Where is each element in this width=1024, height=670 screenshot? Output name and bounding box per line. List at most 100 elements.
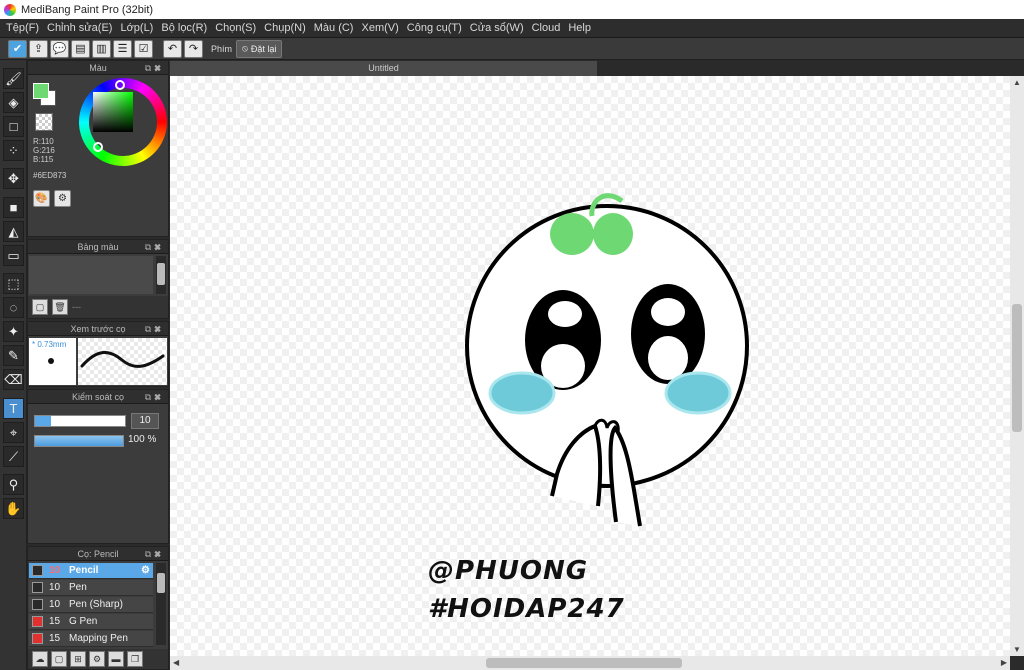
key-label: Phím — [211, 43, 233, 54]
palette-panel-header: Bảng màu ⧉✖ — [28, 240, 168, 254]
scroll-up-icon[interactable]: ▲ — [1013, 78, 1021, 87]
undo-icon[interactable]: ↶ — [163, 39, 182, 58]
eyedropper-tool-icon[interactable]: ⚲ — [3, 474, 24, 495]
palette-scrollbar[interactable] — [156, 256, 166, 294]
redo-icon[interactable]: ↷ — [184, 39, 203, 58]
foreground-color-swatch[interactable] — [33, 83, 49, 99]
menu-view[interactable]: Xem(V) — [357, 22, 402, 34]
menu-file[interactable]: Tệp(F) — [2, 22, 43, 34]
menu-select[interactable]: Chọn(S) — [211, 22, 260, 34]
scroll-left-icon[interactable]: ◀ — [173, 658, 179, 667]
menu-tools[interactable]: Công cụ(T) — [403, 22, 466, 34]
export-icon[interactable]: ⇪ — [29, 39, 48, 58]
menu-layer[interactable]: Lớp(L) — [116, 22, 157, 34]
menu-window[interactable]: Cửa sổ(W) — [466, 22, 528, 34]
brush-cloud-icon[interactable]: ☁ — [32, 651, 48, 667]
gradient-tool-icon[interactable]: ▭ — [3, 245, 24, 266]
brush-opacity-slider[interactable] — [34, 435, 124, 447]
panel-float-close-icon[interactable]: ⧉✖ — [145, 547, 164, 561]
document-icon[interactable]: ▥ — [92, 39, 111, 58]
select-rect-tool-icon[interactable]: ⬚ — [3, 273, 24, 294]
new-palette-icon[interactable]: ▢ — [32, 299, 48, 315]
hue-wheel[interactable] — [79, 78, 167, 166]
brush-item-pencil[interactable]: 10 Pencil ⚙ — [29, 563, 153, 579]
speech-bubble-icon[interactable]: 💬 — [50, 39, 69, 58]
panel-float-close-icon[interactable]: ⧉✖ — [145, 390, 164, 404]
menu-edit[interactable]: Chỉnh sửa(E) — [43, 22, 116, 34]
green-value: G:216 — [33, 146, 55, 155]
brush-item-pen[interactable]: 10 Pen — [29, 580, 153, 596]
brush-item-g-pen[interactable]: 15 G Pen — [29, 614, 153, 630]
comment-icon[interactable]: ▤ — [71, 39, 90, 58]
drawing-canvas[interactable]: @PHUONG #HOIDAP247 — [170, 76, 1010, 656]
move-tool-icon[interactable]: ✥ — [3, 168, 24, 189]
document-tab[interactable]: Untitled — [170, 61, 597, 76]
layer-list-icon[interactable]: ☰ — [113, 39, 132, 58]
menu-color[interactable]: Màu (C) — [310, 22, 358, 34]
brush-control-title: Kiểm soát cọ — [71, 392, 125, 402]
sprout-leaf-left — [550, 213, 594, 255]
scroll-right-icon[interactable]: ▶ — [1001, 658, 1007, 667]
eraser-tool-icon[interactable]: ◈ — [3, 92, 24, 113]
brush-size-value[interactable]: 10 — [131, 413, 159, 429]
gear-icon[interactable]: ⚙ — [141, 565, 150, 576]
canvas-vertical-scrollbar[interactable]: ▲ ▼ — [1010, 76, 1024, 656]
scroll-down-icon[interactable]: ▼ — [1013, 645, 1021, 654]
saturation-value-square[interactable] — [93, 92, 133, 132]
brush-tool-icon[interactable]: 🖌 — [3, 68, 24, 89]
palette-footer-text: --- — [72, 302, 81, 312]
panel-float-close-icon[interactable]: ⧉✖ — [145, 322, 164, 336]
menu-filter[interactable]: Bộ lọc(R) — [157, 22, 211, 34]
palette-settings-icon[interactable]: ⚙ — [54, 190, 71, 207]
brush-preview-title: Xem trước cọ — [70, 324, 126, 334]
folder-icon[interactable]: ▬ — [108, 651, 124, 667]
sv-marker[interactable] — [93, 142, 103, 152]
menu-help[interactable]: Help — [564, 22, 595, 34]
brush-color-swatch — [32, 565, 43, 576]
brush-size-slider[interactable] — [34, 415, 126, 427]
left-eye-shine-top — [548, 301, 582, 327]
brush-name: G Pen — [69, 616, 98, 627]
magic-wand-tool-icon[interactable]: ✦ — [3, 321, 24, 342]
reset-button[interactable]: ⦸ Đặt lại — [236, 39, 283, 58]
menu-cloud[interactable]: Cloud — [528, 22, 565, 34]
brush-list-scrollbar[interactable] — [156, 563, 166, 645]
operation-tool-icon[interactable]: ⌖ — [3, 422, 24, 443]
brush-name: Mapping Pen — [69, 633, 128, 644]
select-pen-tool-icon[interactable]: ✎ — [3, 345, 24, 366]
dot-brush-tool-icon[interactable]: ⁘ — [3, 140, 24, 161]
add-brush-icon[interactable]: ⊞ — [70, 651, 86, 667]
fill-rect-tool-icon[interactable]: ■ — [3, 197, 24, 218]
canvas-horizontal-scrollbar[interactable]: ◀ ▶ — [170, 656, 1010, 670]
brush-settings-icon[interactable]: ⚙ — [89, 651, 105, 667]
copy-icon[interactable]: ❐ — [127, 651, 143, 667]
panel-float-close-icon[interactable]: ⧉✖ — [145, 61, 164, 75]
hand-tool-icon[interactable]: ✋ — [3, 498, 24, 519]
new-brush-icon[interactable]: ▢ — [51, 651, 67, 667]
app-logo-icon — [4, 3, 16, 16]
rectangle-tool-icon[interactable]: □ — [3, 116, 24, 137]
palette-picker-icon[interactable]: 🎨 — [33, 190, 50, 207]
brush-color-swatch — [32, 633, 43, 644]
select-eraser-tool-icon[interactable]: ⌫ — [3, 369, 24, 390]
delete-palette-icon[interactable]: 🗑 — [52, 299, 68, 315]
divide-tool-icon[interactable]: ⟋ — [3, 446, 24, 467]
brush-item-mapping-pen[interactable]: 15 Mapping Pen — [29, 631, 153, 647]
palette-swatch-area[interactable] — [29, 256, 153, 294]
panel-float-close-icon[interactable]: ⧉✖ — [145, 240, 164, 254]
bucket-tool-icon[interactable]: ◭ — [3, 221, 24, 242]
brush-list-title: Cọ: Pencil — [77, 549, 119, 559]
text-tool-icon[interactable]: T — [3, 398, 24, 419]
check-icon[interactable]: ✔ — [8, 39, 27, 58]
lasso-tool-icon[interactable]: ◌ — [3, 297, 24, 318]
checklist-icon[interactable]: ☑ — [134, 39, 153, 58]
brush-size: 15 — [49, 616, 61, 627]
brush-preview-header: Xem trước cọ ⧉✖ — [28, 322, 168, 336]
brush-item-pen-sharp[interactable]: 10 Pen (Sharp) — [29, 597, 153, 613]
transparent-color-swatch[interactable] — [35, 113, 53, 131]
canvas-text-hashtag: #HOIDAP247 — [428, 594, 625, 624]
menu-capture[interactable]: Chụp(N) — [260, 22, 310, 34]
tool-column: 🖌 ◈ □ ⁘ ✥ ■ ◭ ▭ ⬚ ◌ ✦ ✎ ⌫ T ⌖ ⟋ ⚲ ✋ — [0, 60, 27, 670]
toolbar: ✔ ⇪ 💬 ▤ ▥ ☰ ☑ ↶ ↷ Phím ⦸ Đặt lại — [0, 38, 1024, 60]
hue-marker[interactable] — [115, 80, 125, 90]
